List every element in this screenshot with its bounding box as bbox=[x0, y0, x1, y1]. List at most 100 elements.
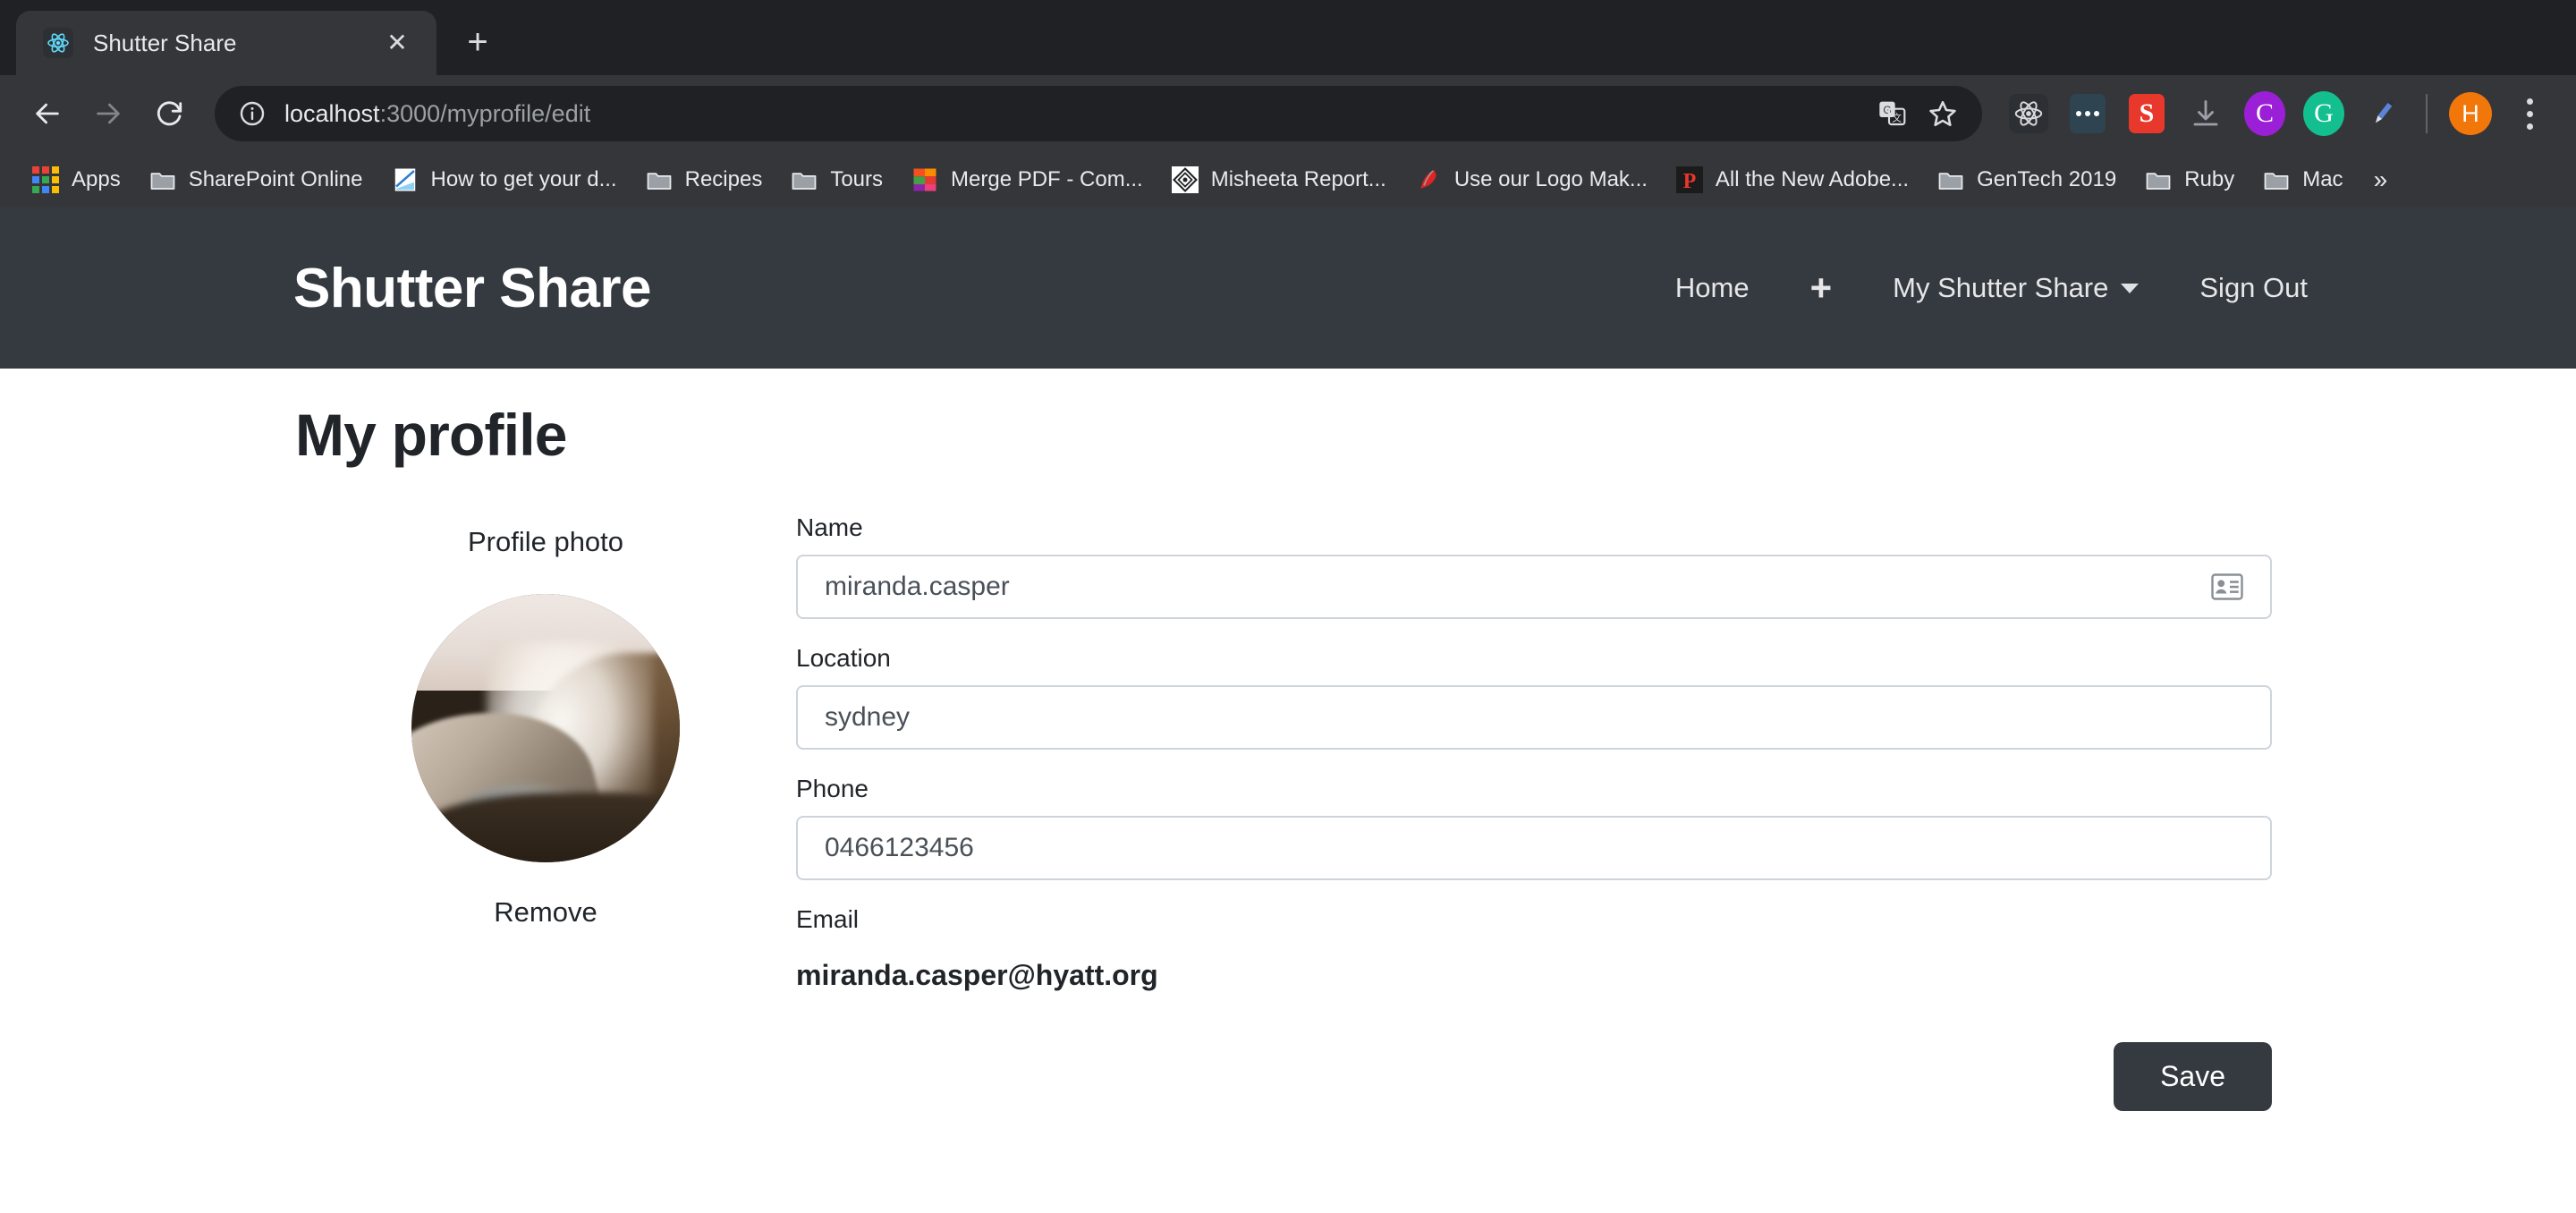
bookmark-misheeta-report[interactable]: Misheeta Report... bbox=[1159, 159, 1399, 200]
folder-icon bbox=[1938, 173, 1963, 190]
bookmark-label: Ruby bbox=[2184, 167, 2235, 191]
forward-arrow-icon[interactable] bbox=[80, 86, 136, 141]
bookmark-tours[interactable]: Tours bbox=[778, 159, 895, 200]
adobe-p-icon: P bbox=[1675, 166, 1703, 193]
autofill-contact-icon[interactable] bbox=[2211, 573, 2243, 600]
field-email: Email miranda.casper@hyatt.org bbox=[796, 905, 2276, 992]
g-extension-icon[interactable]: G bbox=[2297, 87, 2351, 140]
color-squares-icon bbox=[913, 168, 936, 191]
url-host: localhost bbox=[284, 99, 380, 127]
bookmark-label: Use our Logo Mak... bbox=[1453, 167, 1648, 191]
page-title: My profile bbox=[295, 402, 568, 468]
bookmark-use-our-logo-maker[interactable]: Use our Logo Mak... bbox=[1402, 159, 1660, 200]
bookmark-label: Recipes bbox=[684, 167, 763, 191]
page-container: My profile Profile photo Remove Name mir… bbox=[0, 369, 2576, 1111]
site-info-icon[interactable] bbox=[238, 99, 267, 128]
remove-photo-button[interactable]: Remove bbox=[494, 896, 597, 929]
name-input[interactable]: miranda.casper bbox=[796, 555, 2272, 619]
app-navbar: Shutter Share Home + My Shutter Share Si… bbox=[0, 208, 2576, 369]
profile-photo[interactable] bbox=[411, 594, 680, 862]
c-extension-icon[interactable]: C bbox=[2238, 87, 2292, 140]
bookmark-all-the-new-adobe[interactable]: P All the New Adobe... bbox=[1664, 159, 1921, 200]
react-devtools-icon[interactable] bbox=[2002, 87, 2055, 140]
svg-text:文: 文 bbox=[1892, 113, 1902, 124]
close-icon[interactable]: ✕ bbox=[379, 25, 415, 61]
nav-my-shutter-share[interactable]: My Shutter Share bbox=[1862, 259, 2169, 317]
nav-add[interactable]: + bbox=[1780, 260, 1863, 316]
phone-input[interactable]: 0466123456 bbox=[796, 816, 2272, 880]
field-location: Location sydney bbox=[796, 644, 2276, 750]
translate-icon[interactable]: G 文 bbox=[1877, 99, 1909, 128]
email-label: Email bbox=[796, 905, 860, 933]
field-phone: Phone 0466123456 bbox=[796, 775, 2276, 880]
browser-tab[interactable]: Shutter Share ✕ bbox=[16, 11, 436, 75]
profile-avatar-initial: H bbox=[2449, 92, 2492, 135]
bookmark-label: How to get your d... bbox=[430, 167, 617, 191]
phone-label: Phone bbox=[796, 775, 869, 802]
bookmark-mac[interactable]: Mac bbox=[2250, 159, 2355, 200]
nav-add-label: + bbox=[1809, 267, 1833, 310]
bookmark-sharepoint-online[interactable]: SharePoint Online bbox=[137, 159, 376, 200]
browser-chrome: Shutter Share ✕ + localhost:3000/myprofi… bbox=[0, 0, 2576, 208]
diamond-icon bbox=[1171, 166, 1199, 193]
nav-sign-out-label: Sign Out bbox=[2199, 272, 2308, 303]
save-button[interactable]: Save bbox=[2114, 1042, 2272, 1111]
nav-home-label: Home bbox=[1674, 272, 1750, 303]
app-nav-links: Home + My Shutter Share Sign Out bbox=[1645, 259, 2338, 317]
tab-strip: Shutter Share ✕ + bbox=[0, 0, 2576, 75]
app-brand[interactable]: Shutter Share bbox=[293, 257, 652, 320]
bookmark-label: Tours bbox=[830, 167, 884, 191]
folder-icon bbox=[792, 173, 817, 190]
profile-photo-label: Profile photo bbox=[467, 526, 624, 557]
location-input[interactable]: sydney bbox=[796, 685, 2272, 750]
nav-my-shutter-share-label: My Shutter Share bbox=[1893, 272, 2109, 303]
red-feather-icon bbox=[1420, 169, 1436, 189]
bookmark-label: Mac bbox=[2302, 167, 2343, 191]
address-bar[interactable]: localhost:3000/myprofile/edit G 文 bbox=[215, 86, 1982, 141]
bookmark-ruby[interactable]: Ruby bbox=[2132, 159, 2247, 200]
nav-home[interactable]: Home bbox=[1645, 259, 1780, 317]
bookmark-merge-pdf[interactable]: Merge PDF - Com... bbox=[899, 159, 1156, 200]
reload-icon[interactable] bbox=[141, 86, 197, 141]
bookmark-label: GenTech 2019 bbox=[1977, 167, 2117, 191]
back-arrow-icon[interactable] bbox=[20, 86, 75, 141]
bookmark-apps[interactable]: Apps bbox=[20, 159, 133, 200]
ellipsis-extension-icon[interactable] bbox=[2061, 87, 2114, 140]
bookmark-gentech-2019[interactable]: GenTech 2019 bbox=[1925, 159, 2129, 200]
extension-toolbar: S C G H bbox=[2002, 87, 2556, 140]
new-tab-button[interactable]: + bbox=[449, 13, 506, 71]
pen-extension-icon[interactable] bbox=[2356, 87, 2410, 140]
address-bar-url: localhost:3000/myprofile/edit bbox=[284, 100, 1859, 128]
name-label: Name bbox=[796, 513, 863, 541]
browser-toolbar: localhost:3000/myprofile/edit G 文 S C G … bbox=[0, 75, 2576, 152]
nav-sign-out[interactable]: Sign Out bbox=[2169, 259, 2338, 317]
bookmark-label: Merge PDF - Com... bbox=[951, 167, 1143, 191]
email-value: miranda.casper@hyatt.org bbox=[796, 959, 1158, 991]
field-name: Name miranda.casper bbox=[796, 513, 2276, 619]
profile-avatar[interactable]: H bbox=[2444, 87, 2497, 140]
location-input-value: sydney bbox=[825, 702, 911, 732]
bookmarks-overflow-button[interactable]: » bbox=[2360, 158, 2402, 201]
bookmark-label: All the New Adobe... bbox=[1715, 167, 1910, 191]
kebab-menu-icon[interactable] bbox=[2503, 87, 2556, 140]
chevron-down-icon bbox=[2121, 283, 2140, 293]
apps-grid-icon bbox=[32, 166, 59, 193]
bookmark-recipes[interactable]: Recipes bbox=[633, 159, 775, 200]
tab-title: Shutter Share bbox=[93, 29, 237, 56]
bookmark-how-to-get-your-d[interactable]: How to get your d... bbox=[379, 159, 630, 200]
bookmark-label: Misheeta Report... bbox=[1210, 167, 1386, 191]
folder-icon bbox=[2264, 173, 2289, 190]
url-path: :3000/myprofile/edit bbox=[379, 99, 591, 127]
name-input-value: miranda.casper bbox=[825, 572, 1010, 601]
bookmark-star-icon[interactable] bbox=[1927, 98, 1959, 129]
folder-icon bbox=[647, 173, 671, 190]
bookmark-label: SharePoint Online bbox=[188, 167, 363, 191]
svg-text:P: P bbox=[1683, 170, 1697, 193]
phone-input-value: 0466123456 bbox=[825, 833, 974, 862]
profile-content: Profile photo Remove Name miranda.casper bbox=[295, 513, 2576, 1111]
folder-icon bbox=[150, 173, 175, 190]
bookmark-label: Apps bbox=[72, 167, 121, 191]
download-icon[interactable] bbox=[2179, 87, 2233, 140]
s-extension-icon[interactable]: S bbox=[2120, 87, 2174, 140]
bookmarks-bar: Apps SharePoint Online How to get your d… bbox=[0, 152, 2576, 208]
